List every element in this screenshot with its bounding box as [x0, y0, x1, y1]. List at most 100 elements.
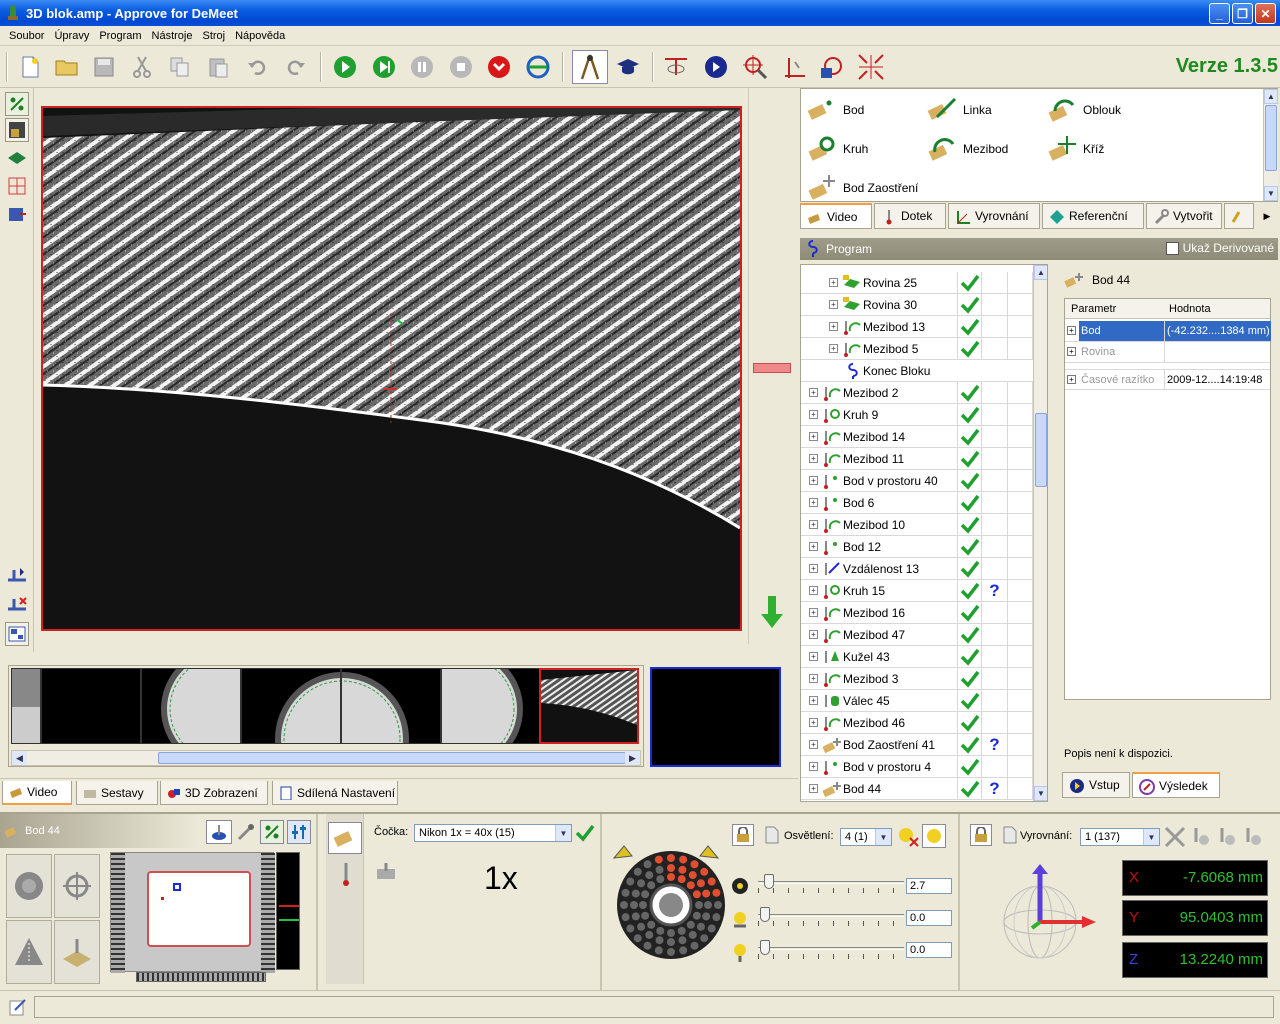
expand-icon[interactable]: +	[809, 608, 818, 617]
expand-icon[interactable]: +	[809, 652, 818, 661]
palette-item-kriz[interactable]: Kříž	[1047, 136, 1104, 162]
tree-row[interactable]: Konec Bloku	[801, 360, 1033, 382]
ring-light-segment[interactable]	[645, 871, 654, 880]
export-tool-icon[interactable]	[5, 202, 29, 226]
ring-light-segment[interactable]	[641, 890, 650, 899]
ring-light-segment[interactable]	[696, 879, 705, 888]
tree-row[interactable]: + Válec 45	[801, 690, 1033, 712]
check-icon[interactable]	[575, 824, 595, 842]
video-view[interactable]	[41, 106, 742, 631]
thumbnail-selected[interactable]	[539, 668, 639, 744]
image-tool-icon[interactable]	[5, 118, 29, 142]
expand-icon[interactable]: +	[809, 696, 818, 705]
expand-icon[interactable]: +	[829, 300, 838, 309]
light-on-button[interactable]	[922, 824, 946, 848]
tab-video[interactable]: Video	[2, 781, 72, 805]
scroll-down-icon[interactable]: ▼	[1034, 786, 1047, 801]
thumbnail[interactable]	[141, 668, 241, 744]
align-touch-icon-3[interactable]	[1242, 826, 1264, 848]
tree-row[interactable]: + Bod 44?	[801, 778, 1033, 800]
menu-napoveda[interactable]: Nápověda	[230, 30, 290, 42]
tree-row[interactable]: + Kužel 43	[801, 646, 1033, 668]
align-touch-icon[interactable]	[1190, 826, 1212, 848]
ring-light-segment[interactable]	[678, 865, 687, 874]
expand-icon[interactable]: +	[1067, 326, 1076, 335]
thumbnail[interactable]	[41, 668, 141, 744]
rotate-left-icon[interactable]	[612, 844, 634, 862]
ring-light-segment[interactable]	[702, 889, 711, 898]
maximize-button[interactable]: ❐	[1232, 3, 1253, 24]
lock-light-button[interactable]	[732, 824, 754, 846]
ring-light-segment[interactable]	[631, 889, 640, 898]
expand-icon[interactable]: +	[809, 564, 818, 573]
tree-row[interactable]: + Mezibod 16	[801, 602, 1033, 624]
expand-icon[interactable]: +	[809, 520, 818, 529]
light-select[interactable]: 4 (1) ▼	[840, 828, 892, 846]
ring-light-segment[interactable]	[696, 922, 705, 931]
ring-light-segment[interactable]	[677, 926, 686, 935]
ring-light-segment[interactable]	[643, 941, 652, 950]
tab-sestavy[interactable]: Sestavy	[76, 781, 158, 805]
ring-light-segment[interactable]	[707, 924, 716, 933]
undo-icon[interactable]	[243, 53, 271, 81]
layout-icon[interactable]	[5, 622, 29, 646]
ring-light-segment[interactable]	[702, 912, 711, 921]
tab-vysledek[interactable]: Výsledek	[1132, 772, 1220, 798]
ring-light-segment[interactable]	[707, 877, 716, 886]
tree-row[interactable]: + Kruh 9	[801, 404, 1033, 426]
stage-button[interactable]	[54, 920, 100, 984]
axis-icon[interactable]	[780, 53, 808, 81]
run-icon[interactable]	[331, 53, 359, 81]
expand-icon[interactable]: +	[809, 762, 818, 771]
arrow-down-icon[interactable]	[761, 596, 783, 628]
expand-icon[interactable]: +	[809, 388, 818, 397]
expand-icon[interactable]: +	[809, 410, 818, 419]
ring-light-segment[interactable]	[620, 901, 628, 909]
open-folder-icon[interactable]	[53, 53, 81, 81]
tree-row[interactable]: + Rovina 30	[801, 294, 1033, 316]
light-value-ring[interactable]: 2.7	[906, 878, 952, 894]
cut-icon[interactable]	[128, 53, 156, 81]
align-touch-icon-2[interactable]	[1216, 826, 1238, 848]
run-feature-button[interactable]	[206, 820, 232, 844]
ring-light-segment[interactable]	[621, 913, 630, 922]
probe-down-icon[interactable]	[5, 564, 29, 588]
height-button[interactable]	[6, 920, 52, 984]
tab-feature-more[interactable]	[1224, 203, 1254, 229]
slider-knob[interactable]	[760, 940, 770, 955]
ring-light-segment[interactable]	[695, 901, 703, 909]
tab-feature-video[interactable]: Video	[800, 203, 872, 229]
run-step-icon[interactable]	[370, 53, 398, 81]
thumbnail[interactable]	[11, 668, 41, 744]
touch-probe-button[interactable]	[334, 860, 358, 890]
expand-icon[interactable]: +	[1067, 375, 1076, 384]
thumbnail-scrollbar[interactable]: ◀ ▶	[11, 750, 641, 766]
measure-tool-icon[interactable]	[572, 50, 608, 84]
ring-light-segment[interactable]	[686, 920, 695, 929]
tree-row[interactable]: + Bod 6	[801, 492, 1033, 514]
ring-light-segment[interactable]	[667, 864, 675, 872]
ring-light-segment[interactable]	[654, 855, 663, 864]
book-tool-icon[interactable]	[5, 146, 29, 170]
new-file-icon[interactable]	[16, 53, 44, 81]
show-derived-checkbox[interactable]: Ukaž Derivované	[1165, 241, 1274, 255]
expand-icon[interactable]: +	[809, 586, 818, 595]
ring-light-segment[interactable]	[626, 877, 635, 886]
chevron-down-icon[interactable]: ▼	[555, 825, 571, 841]
chevron-down-icon[interactable]: ▼	[875, 829, 891, 845]
tree-row[interactable]: + Vzdálenost 13	[801, 558, 1033, 580]
scroll-up-icon[interactable]: ▲	[1264, 89, 1278, 104]
edit-note-icon[interactable]	[9, 998, 27, 1016]
tab-feature-referencni[interactable]: Referenční	[1042, 203, 1144, 229]
ring-light-segment[interactable]	[704, 901, 712, 909]
ring-light-segment[interactable]	[633, 867, 642, 876]
tab-sdilena-nastaveni[interactable]: Sdílená Nastavení	[272, 781, 398, 805]
ring-light-segment[interactable]	[667, 854, 675, 862]
palette-item-bod-zaostreni[interactable]: Bod Zaostření	[807, 175, 918, 201]
redo-icon[interactable]	[282, 53, 310, 81]
bulb-off-icon[interactable]	[896, 826, 920, 848]
tree-row[interactable]: + Mezibod 13	[801, 316, 1033, 338]
param-row-rovina[interactable]: + Rovina	[1065, 342, 1270, 363]
copy-icon[interactable]	[166, 53, 194, 81]
ring-light-segment[interactable]	[667, 873, 675, 881]
